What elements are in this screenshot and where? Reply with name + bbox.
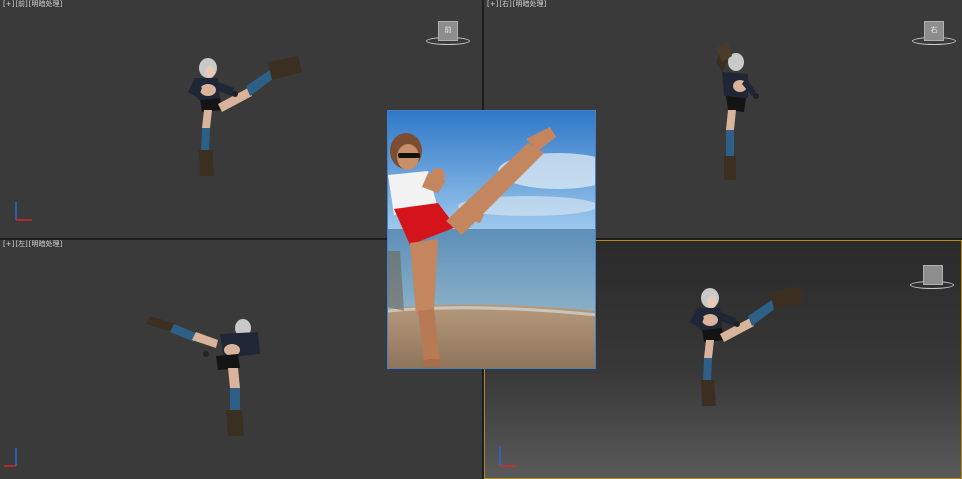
viewport-view-name[interactable]: [前] [15, 0, 27, 8]
character-model[interactable] [180, 40, 330, 215]
viewport-shading-mode[interactable]: [明暗处理] [513, 0, 546, 8]
viewport-view-name[interactable]: [左] [15, 240, 27, 248]
app-window: [+][前][明暗处理] 前 [+][右][明暗处理] 右 [+][左][明暗处… [0, 0, 962, 479]
viewport-shading-mode[interactable]: [明暗处理] [29, 240, 62, 248]
viewcube-icon[interactable] [923, 265, 943, 285]
viewport-menu-plus[interactable]: [+] [3, 240, 14, 248]
viewcube-icon[interactable]: 前 [438, 21, 458, 41]
viewport-label[interactable]: [+][左][明暗处理] [3, 240, 63, 249]
axis-gizmo-icon [499, 446, 516, 467]
viewport-menu-plus[interactable]: [+] [3, 0, 14, 8]
viewport-menu-plus[interactable]: [+] [487, 0, 498, 8]
viewcube-label: 右 [930, 26, 938, 34]
viewport-label[interactable]: [+][前][明暗处理] [3, 0, 63, 9]
character-model[interactable] [146, 310, 276, 460]
viewport-shading-mode[interactable]: [明暗处理] [29, 0, 62, 8]
viewcube-icon[interactable]: 右 [924, 21, 944, 41]
reference-image[interactable] [387, 110, 596, 369]
viewport-label[interactable]: [+][右][明暗处理] [487, 0, 547, 9]
axis-gizmo-icon [4, 448, 17, 467]
viewport-view-name[interactable]: [右] [499, 0, 511, 8]
character-model[interactable] [692, 40, 792, 210]
character-model[interactable] [674, 276, 834, 456]
axis-gizmo-icon [15, 202, 32, 221]
viewcube-label: 前 [444, 26, 452, 34]
